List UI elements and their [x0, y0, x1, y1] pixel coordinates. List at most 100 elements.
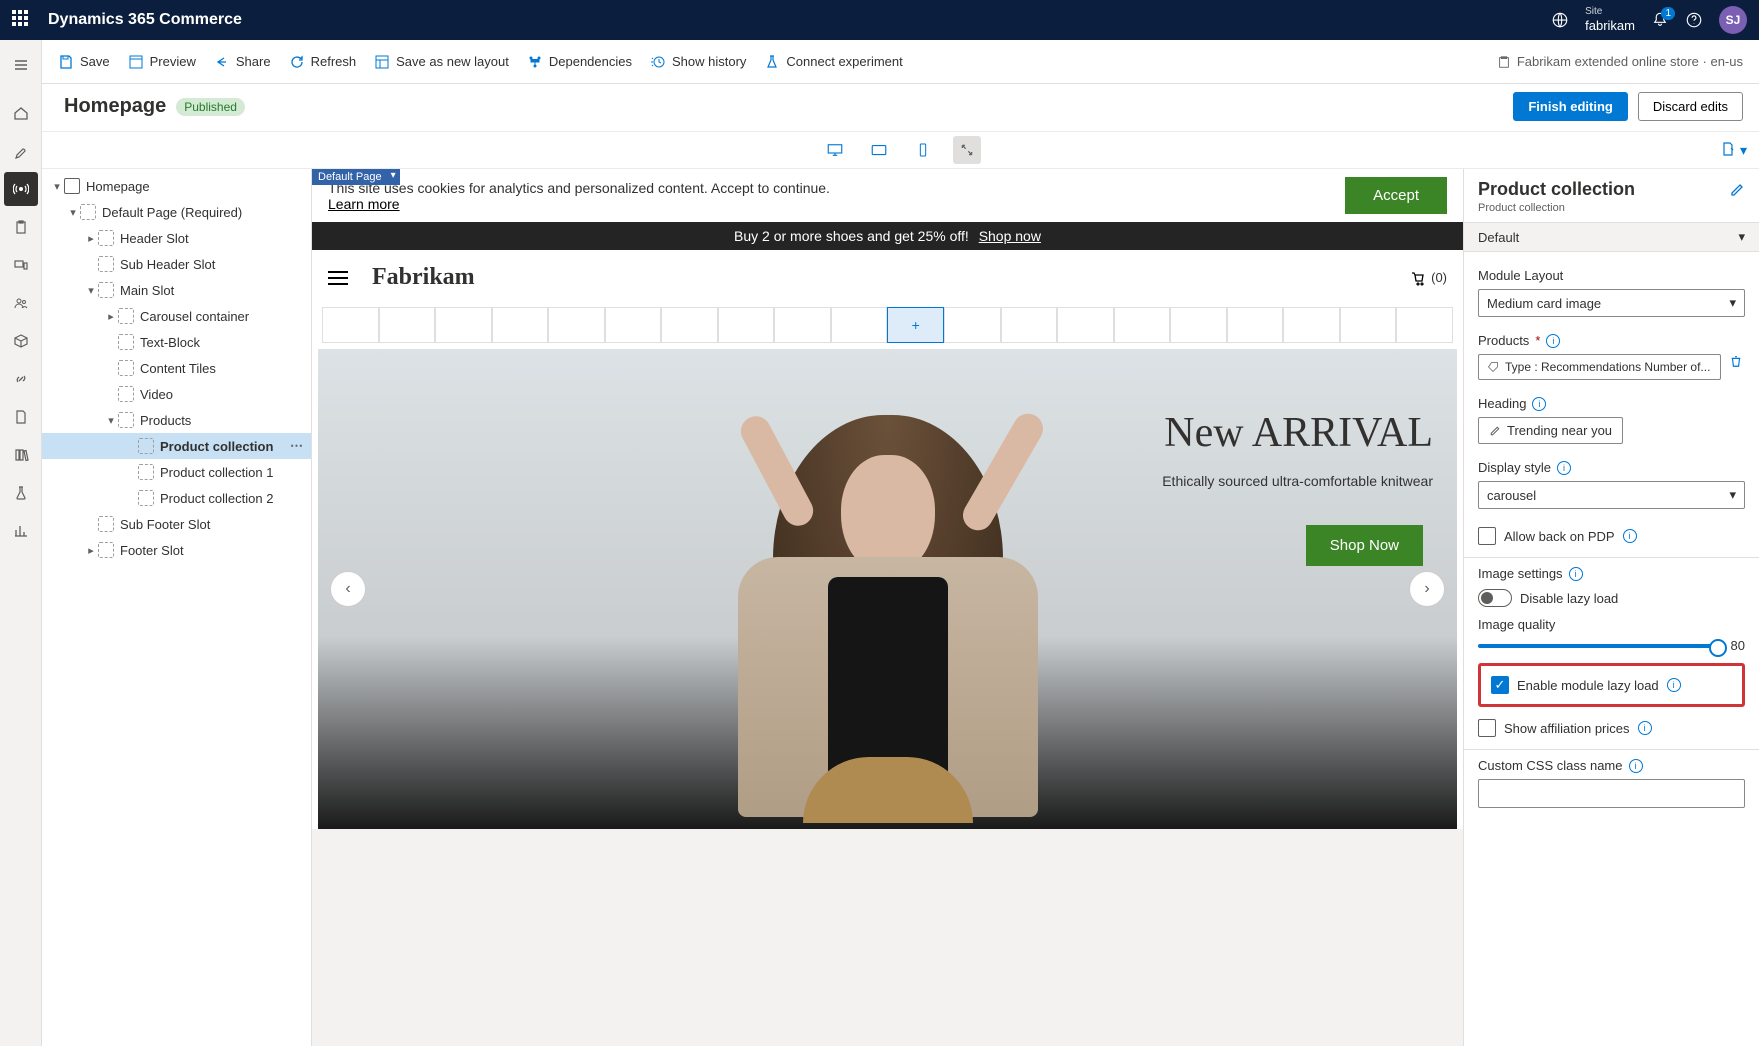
tree-default-page[interactable]: ▾Default Page (Required)	[42, 199, 311, 225]
tree-sub-footer[interactable]: ·Sub Footer Slot	[42, 511, 311, 537]
info-icon[interactable]: i	[1638, 721, 1652, 735]
history-button[interactable]: Show history	[650, 54, 746, 70]
devices-icon[interactable]	[4, 248, 38, 282]
people-icon[interactable]	[4, 286, 38, 320]
product-name: Dynamics 365 Commerce	[48, 11, 242, 29]
tree-header-slot[interactable]: ▸Header Slot	[42, 225, 311, 251]
library-icon[interactable]	[4, 438, 38, 472]
desktop-icon[interactable]	[821, 136, 849, 164]
cart-count: (0)	[1431, 270, 1447, 285]
tree-product-collection-1[interactable]: ·Product collection 1	[42, 459, 311, 485]
clipboard-icon[interactable]	[4, 210, 38, 244]
tree-content-tiles[interactable]: ·Content Tiles	[42, 355, 311, 381]
info-icon[interactable]: i	[1569, 567, 1583, 581]
carousel-prev-icon[interactable]: ‹	[330, 571, 366, 607]
box-icon[interactable]	[4, 324, 38, 358]
command-bar: Save Preview Share Refresh Save as new l…	[42, 40, 1759, 84]
outline-tree: ▾Homepage ▾Default Page (Required) ▸Head…	[42, 169, 312, 1046]
hero-carousel: New ARRIVAL Ethically sourced ultra-comf…	[318, 349, 1457, 829]
delete-icon[interactable]	[1727, 354, 1745, 380]
dependencies-button[interactable]: Dependencies	[527, 54, 632, 70]
css-input[interactable]	[1478, 779, 1745, 808]
hamburger-icon[interactable]	[328, 271, 348, 285]
link-icon[interactable]	[4, 362, 38, 396]
info-icon[interactable]: i	[1532, 397, 1546, 411]
flask-icon[interactable]	[4, 476, 38, 510]
tree-products[interactable]: ▾Products	[42, 407, 311, 433]
carousel-next-icon[interactable]: ›	[1409, 571, 1445, 607]
tree-sub-header-slot[interactable]: ·Sub Header Slot	[42, 251, 311, 277]
more-icon[interactable]: ⋯	[290, 438, 303, 454]
add-module-strip: +	[322, 307, 1453, 343]
share-button[interactable]: Share	[214, 54, 271, 70]
finish-editing-button[interactable]: Finish editing	[1513, 92, 1628, 121]
app-launcher-icon[interactable]	[12, 10, 32, 30]
expand-icon[interactable]	[953, 136, 981, 164]
user-avatar[interactable]: SJ	[1719, 6, 1747, 34]
info-icon[interactable]: i	[1623, 529, 1637, 543]
brand-logo[interactable]: Fabrikam	[372, 264, 475, 291]
tree-footer[interactable]: ▸Footer Slot	[42, 537, 311, 563]
tree-carousel[interactable]: ▸Carousel container	[42, 303, 311, 329]
notifications-icon[interactable]: 1	[1651, 11, 1669, 29]
save-button[interactable]: Save	[58, 54, 110, 70]
module-layout-dropdown[interactable]: Medium card image▾	[1478, 289, 1745, 317]
page-tag[interactable]: Default Page	[312, 169, 400, 185]
props-subtitle: Product collection	[1464, 202, 1759, 222]
disable-lazy-toggle[interactable]	[1478, 589, 1512, 607]
mobile-icon[interactable]	[909, 136, 937, 164]
props-section-default[interactable]: Default ▾	[1464, 222, 1759, 252]
device-options-icon[interactable]	[1720, 141, 1736, 160]
tree-text-block[interactable]: ·Text-Block	[42, 329, 311, 355]
hero-subtitle: Ethically sourced ultra-comfortable knit…	[1162, 473, 1433, 489]
product-chip[interactable]: Type : Recommendations Number of...	[1478, 354, 1721, 380]
allow-pdp-checkbox[interactable]	[1478, 527, 1496, 545]
add-module-button[interactable]: +	[887, 307, 944, 343]
discard-edits-button[interactable]: Discard edits	[1638, 92, 1743, 121]
info-icon[interactable]: i	[1557, 461, 1571, 475]
promo-link[interactable]: Shop now	[979, 228, 1041, 244]
status-badge: Published	[176, 98, 245, 116]
info-icon[interactable]: i	[1546, 334, 1560, 348]
tree-video[interactable]: ·Video	[42, 381, 311, 407]
info-icon[interactable]: i	[1629, 759, 1643, 773]
quality-slider[interactable]	[1478, 644, 1721, 648]
heading-button[interactable]: Trending near you	[1478, 417, 1623, 444]
cart-button[interactable]: (0)	[1411, 270, 1447, 286]
rocket-icon[interactable]	[4, 134, 38, 168]
experiment-button[interactable]: Connect experiment	[764, 54, 902, 70]
stats-icon[interactable]	[4, 514, 38, 548]
allow-pdp-label: Allow back on PDP	[1504, 529, 1615, 544]
save-layout-button[interactable]: Save as new layout	[374, 54, 509, 70]
tree-main-slot[interactable]: ▾Main Slot	[42, 277, 311, 303]
home-icon[interactable]	[4, 96, 38, 130]
tree-product-collection-2[interactable]: ·Product collection 2	[42, 485, 311, 511]
environment-label[interactable]: Fabrikam extended online store · en-us	[1497, 54, 1743, 69]
promo-banner: Buy 2 or more shoes and get 25% off! Sho…	[312, 222, 1463, 250]
display-style-dropdown[interactable]: carousel▾	[1478, 481, 1745, 509]
affiliation-checkbox[interactable]	[1478, 719, 1496, 737]
refresh-button[interactable]: Refresh	[289, 54, 357, 70]
module-layout-label: Module Layout	[1478, 268, 1745, 283]
broadcast-icon[interactable]	[4, 172, 38, 206]
tablet-landscape-icon[interactable]	[865, 136, 893, 164]
page-icon[interactable]	[4, 400, 38, 434]
globe-icon[interactable]	[1551, 11, 1569, 29]
tree-product-collection[interactable]: ·Product collection⋯	[42, 433, 311, 459]
chevron-down-icon[interactable]: ▾	[1740, 142, 1747, 159]
highlighted-setting: ✓ Enable module lazy load i	[1478, 663, 1745, 707]
info-icon[interactable]: i	[1667, 678, 1681, 692]
enable-lazy-checkbox[interactable]: ✓	[1491, 676, 1509, 694]
menu-icon[interactable]	[4, 48, 38, 82]
properties-panel: Product collection Product collection De…	[1463, 169, 1759, 1046]
image-settings-label: Image settings	[1478, 566, 1563, 581]
preview-button[interactable]: Preview	[128, 54, 196, 70]
site-selector[interactable]: Site fabrikam	[1585, 7, 1635, 33]
help-icon[interactable]	[1685, 11, 1703, 29]
tree-root[interactable]: ▾Homepage	[42, 173, 311, 199]
learn-more-link[interactable]: Learn more	[328, 196, 400, 212]
shop-now-button[interactable]: Shop Now	[1306, 525, 1423, 566]
enable-lazy-label: Enable module lazy load	[1517, 678, 1659, 693]
edit-icon[interactable]	[1729, 182, 1745, 198]
accept-button[interactable]: Accept	[1345, 177, 1447, 214]
